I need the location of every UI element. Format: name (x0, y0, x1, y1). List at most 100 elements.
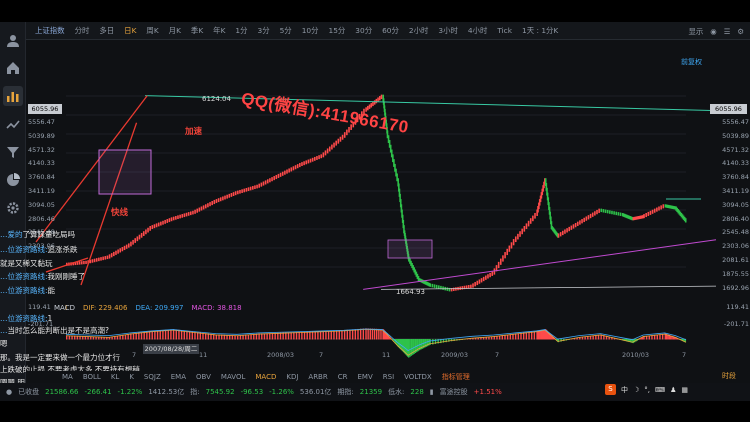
macd-bar (175, 329, 177, 340)
index-selector[interactable]: 上证指数 (30, 22, 70, 40)
indicator-voltdx[interactable]: VOLTDX (404, 373, 432, 381)
macd-bar (371, 328, 374, 340)
kline-candle (314, 156, 316, 161)
indicator-kdj[interactable]: KDJ (286, 373, 298, 381)
tab-12[interactable]: 30分 (350, 22, 377, 40)
tab-16[interactable]: 4小时 (463, 22, 492, 40)
macd-bar (140, 332, 143, 340)
forward-adjust-button[interactable]: 前复权 (681, 57, 702, 67)
kline-candle (482, 276, 485, 282)
kline-candle (619, 212, 622, 216)
tab-18[interactable]: 1天 : 1分K (517, 22, 563, 40)
avatar-icon[interactable] (3, 30, 23, 50)
macd-bar (293, 332, 295, 340)
indicator-emv[interactable]: EMV (358, 373, 373, 381)
crosshair-date: 2007/08/28/周二 (143, 344, 199, 354)
lang-icon[interactable]: 中 (621, 385, 628, 395)
camera-icon[interactable]: ◉ (710, 27, 716, 36)
kline-candle (123, 245, 126, 251)
kline-candle (288, 168, 290, 173)
period-button[interactable]: 时段 (722, 371, 736, 381)
indicator-kl[interactable]: KL (111, 373, 120, 381)
macd-bar (341, 330, 343, 340)
tab-1[interactable]: 多日 (94, 22, 119, 40)
settings-icon[interactable]: ⚙ (737, 27, 744, 36)
tab-17[interactable]: Tick (492, 22, 517, 40)
tab-2[interactable]: 日K (119, 22, 141, 40)
home-icon[interactable] (3, 58, 23, 78)
indicator-boll[interactable]: BOLL (83, 373, 101, 381)
kline-candle (258, 183, 261, 188)
tab-10[interactable]: 10分 (297, 22, 324, 40)
indicator-manage-button[interactable]: 指标管理 (442, 372, 470, 382)
tab-13[interactable]: 60分 (377, 22, 404, 40)
dif-value: 229.406 (98, 304, 128, 312)
moon-icon[interactable]: ☽ (633, 386, 639, 394)
sz-pct: -1.26% (269, 388, 294, 396)
kline-candle (168, 218, 171, 223)
low-value: 228 (410, 388, 424, 396)
tab-9[interactable]: 5分 (275, 22, 297, 40)
menu-icon[interactable]: ☰ (724, 27, 731, 36)
kline-candle (286, 169, 288, 174)
kline-candle (237, 190, 239, 195)
kline-candle (279, 172, 282, 177)
kline-candle (202, 205, 205, 210)
indicator-obv[interactable]: OBV (196, 373, 211, 381)
indicator-rsi[interactable]: RSI (383, 373, 394, 381)
indicator-arbr[interactable]: ARBR (308, 373, 327, 381)
tab-0[interactable]: 分时 (70, 22, 95, 40)
tab-4[interactable]: 月K (164, 22, 186, 40)
macd-bar (325, 330, 327, 340)
dea-label: DEA: 209.997 (135, 304, 183, 312)
x-tick-label: 2010/03 (622, 351, 650, 359)
indicator-ema[interactable]: EMA (171, 373, 186, 381)
tab-14[interactable]: 2小时 (404, 22, 433, 40)
indicator-mavol[interactable]: MAVOL (221, 373, 245, 381)
news-text[interactable]: 富途控股 (440, 387, 468, 397)
dea-key: DEA: (135, 304, 153, 312)
kline-candle (113, 251, 115, 257)
punct-icon[interactable]: °, (644, 386, 650, 394)
support-line (380, 285, 717, 290)
tab-11[interactable]: 15分 (324, 22, 351, 40)
kline-candle (598, 208, 600, 213)
kline-candle (594, 211, 596, 216)
tab-5[interactable]: 季K (186, 22, 208, 40)
kline-candle (375, 98, 378, 104)
kline-candle (517, 233, 519, 240)
indicator-macd[interactable]: MACD (255, 373, 276, 381)
trend-icon[interactable] (3, 114, 23, 134)
kline-chart[interactable] (26, 40, 750, 380)
tab-15[interactable]: 3小时 (433, 22, 462, 40)
kline-candle (256, 184, 258, 189)
chart-icon[interactable] (3, 86, 23, 106)
kline-candle (649, 210, 652, 215)
indicator-ma[interactable]: MA (62, 373, 73, 381)
kline-candle (194, 209, 196, 214)
funnel-icon[interactable] (3, 142, 23, 162)
tab-8[interactable]: 3分 (253, 22, 275, 40)
grid-icon[interactable]: ▦ (681, 386, 688, 394)
chat-text: 就是又稀又黏玩 (0, 259, 53, 268)
tab-3[interactable]: 周K (141, 22, 163, 40)
macd-bar (522, 332, 525, 340)
pie-icon[interactable] (3, 170, 23, 190)
tab-6[interactable]: 年K (208, 22, 230, 40)
display-button[interactable]: 显示 (688, 26, 703, 37)
macd-bar (380, 328, 382, 340)
price-box-right: 6055.96 (710, 104, 747, 114)
sz-change: -96.53 (240, 388, 264, 396)
indicator-sqjz[interactable]: SQJZ (144, 373, 161, 381)
keyboard-icon[interactable]: ⌨ (655, 386, 665, 394)
kline-candle (562, 230, 564, 236)
tab-7[interactable]: 1分 (230, 22, 252, 40)
macd-bar (533, 331, 536, 340)
indicator-cr[interactable]: CR (338, 373, 348, 381)
macd-bar (306, 331, 308, 340)
kline-candle (581, 219, 583, 224)
gear-icon[interactable] (3, 198, 23, 218)
indicator-k[interactable]: K (129, 373, 134, 381)
input-method-icon[interactable]: S (604, 384, 616, 395)
user-icon[interactable]: ♟ (670, 386, 676, 394)
